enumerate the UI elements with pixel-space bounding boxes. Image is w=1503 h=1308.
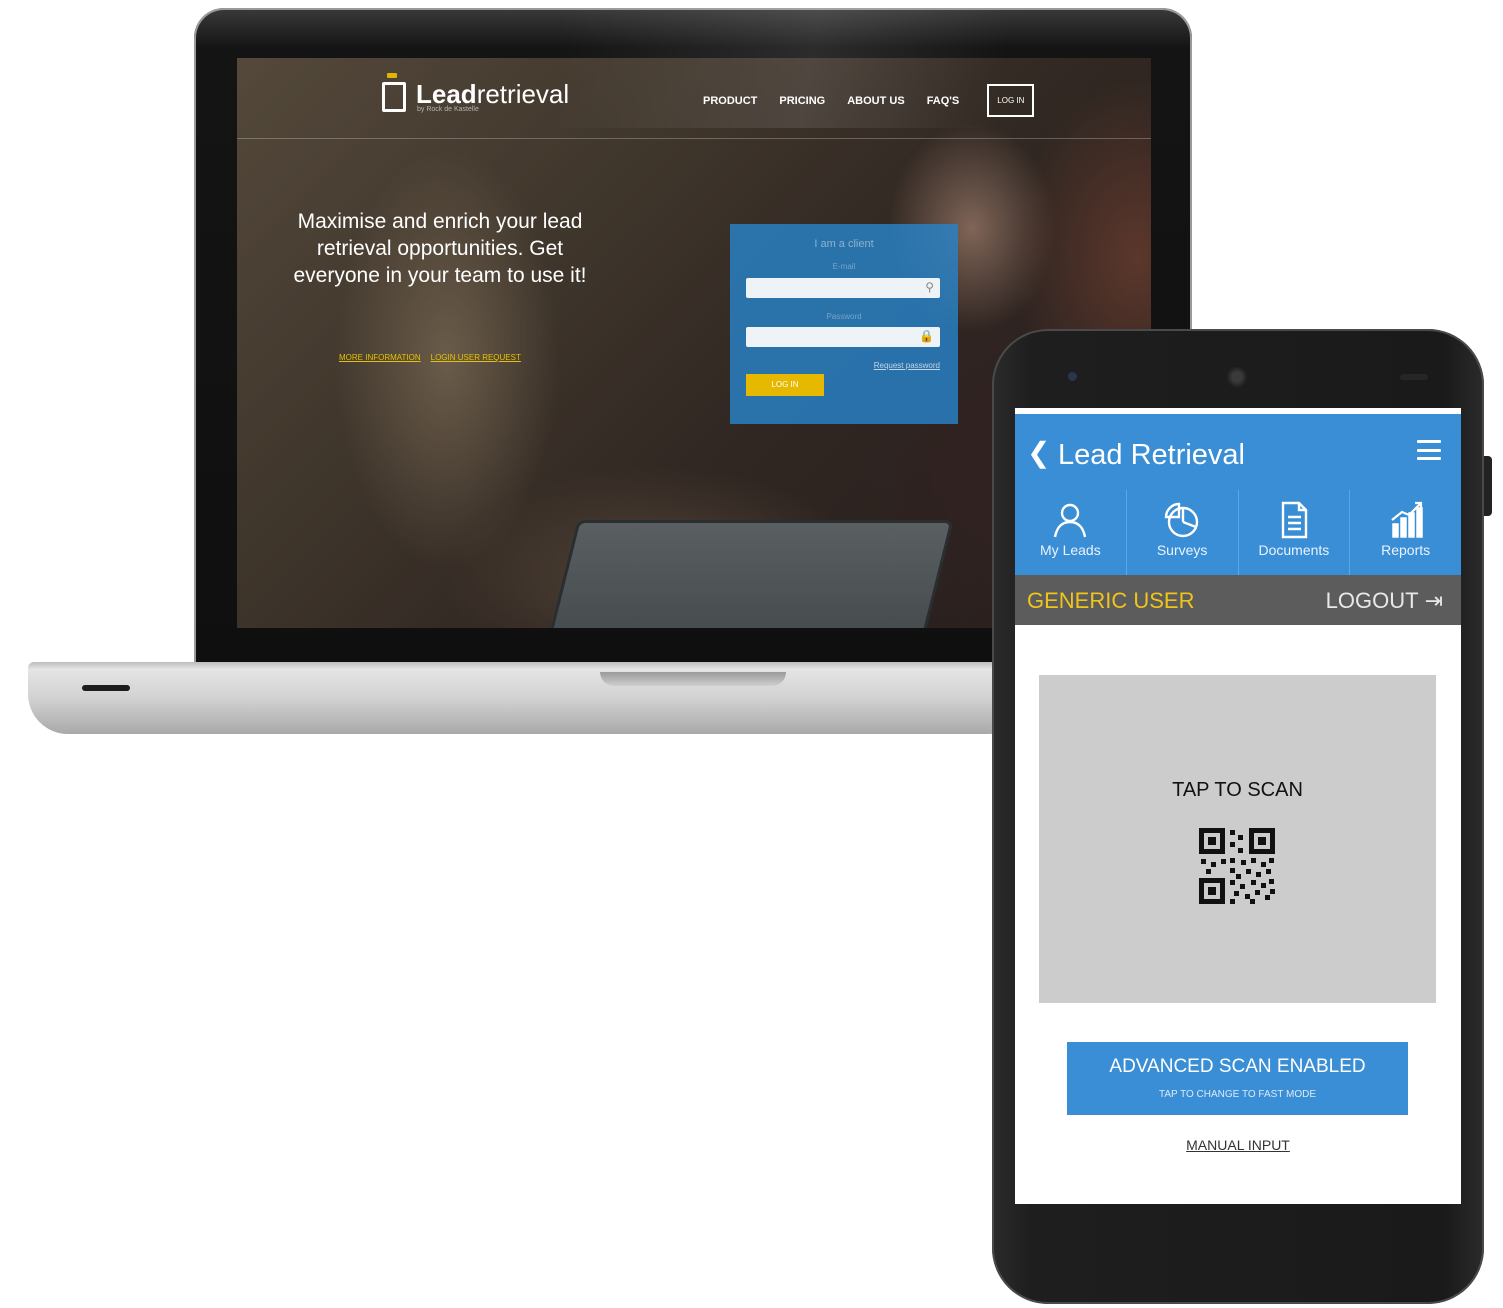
phone-screen: ❮ Lead Retrieval My Leads Surveys Docume… <box>1015 408 1461 1204</box>
front-camera-icon <box>1068 372 1077 381</box>
logout-label: LOGOUT <box>1325 588 1419 613</box>
nav-product[interactable]: PRODUCT <box>703 95 757 107</box>
hero-links: MORE INFORMATION LOGIN USER REQUEST <box>339 353 521 362</box>
site-nav: PRODUCT PRICING ABOUT US FAQ'S LOG IN <box>703 84 1035 117</box>
hero-laptop-photo <box>536 520 954 628</box>
hamburger-menu-icon[interactable] <box>1417 440 1441 460</box>
nav-divider <box>237 138 1151 139</box>
tab-label-my-leads: My Leads <box>1040 542 1101 558</box>
advanced-scan-button[interactable]: ADVANCED SCAN ENABLED TAP TO CHANGE TO F… <box>1067 1042 1408 1115</box>
pie-chart-icon <box>1164 502 1199 538</box>
client-login-card: I am a client E-mail ⚲ Password 🔒 Reques… <box>730 224 958 424</box>
document-icon <box>1281 501 1308 539</box>
tab-label-reports: Reports <box>1381 542 1431 558</box>
speaker-grille <box>1226 366 1248 388</box>
app-header: ❮ Lead Retrieval <box>1015 408 1461 490</box>
email-field[interactable]: ⚲ <box>746 278 940 298</box>
password-label: Password <box>826 312 862 321</box>
nav-pricing[interactable]: PRICING <box>779 95 825 107</box>
tab-surveys[interactable]: Surveys <box>1127 490 1239 575</box>
tab-reports[interactable]: Reports <box>1350 490 1461 575</box>
laptop-base-edge <box>28 662 1028 670</box>
app-title: Lead Retrieval <box>1058 439 1245 471</box>
more-information-link[interactable]: MORE INFORMATION <box>339 353 421 362</box>
proximity-sensor <box>1400 374 1428 380</box>
advanced-scan-subtitle: TAP TO CHANGE TO FAST MODE <box>1158 1089 1317 1100</box>
logo-device-icon <box>382 73 406 112</box>
lock-icon: 🔒 <box>919 329 934 343</box>
back-chevron-icon[interactable]: ❮ <box>1027 438 1050 468</box>
laptop-base <box>28 662 1028 734</box>
logo-tagline: by Rock de Kastelle <box>417 106 479 113</box>
hero-headline: Maximise and enrich your lead retrieval … <box>293 210 587 287</box>
qr-code-icon <box>1199 828 1275 904</box>
person-icon <box>1054 503 1087 538</box>
login-submit-button[interactable]: LOG IN <box>746 374 824 396</box>
password-field[interactable]: 🔒 <box>746 327 940 347</box>
login-request-link[interactable]: LOGIN USER REQUEST <box>431 353 521 362</box>
logo-text-light: retrieval <box>476 79 570 109</box>
phone-side-button <box>1484 456 1492 516</box>
logo-text-bold: Lead <box>416 79 477 109</box>
advanced-scan-title: ADVANCED SCAN ENABLED <box>1109 1056 1366 1077</box>
scan-label: TAP TO SCAN <box>1172 779 1303 801</box>
laptop-port <box>82 685 130 691</box>
app-tab-bar: My Leads Surveys Documents Reports <box>1015 490 1461 575</box>
user-bar: GENERIC USER LOGOUT ⇥ <box>1015 575 1461 625</box>
nav-about-us[interactable]: ABOUT US <box>847 95 904 107</box>
user-name: GENERIC USER <box>1027 588 1195 613</box>
nav-login-button[interactable]: LOG IN <box>987 84 1035 117</box>
logout-button[interactable]: LOGOUT ⇥ <box>1326 588 1443 614</box>
nav-faqs[interactable]: FAQ'S <box>927 95 960 107</box>
request-password-link[interactable]: Request password <box>874 361 940 370</box>
tab-label-surveys: Surveys <box>1156 542 1208 558</box>
logout-arrow-icon: ⇥ <box>1424 588 1443 613</box>
tap-to-scan-area[interactable]: TAP TO SCAN <box>1039 675 1436 1003</box>
tab-label-documents: Documents <box>1258 542 1330 558</box>
login-card-title: I am a client <box>814 238 874 250</box>
email-label: E-mail <box>832 262 856 271</box>
laptop-notch <box>600 672 786 686</box>
user-icon: ⚲ <box>925 280 934 294</box>
manual-input-link[interactable]: MANUAL INPUT <box>1015 1137 1461 1153</box>
tab-my-leads[interactable]: My Leads <box>1015 490 1127 575</box>
bar-chart-icon <box>1390 501 1423 538</box>
tab-documents[interactable]: Documents <box>1239 490 1351 575</box>
